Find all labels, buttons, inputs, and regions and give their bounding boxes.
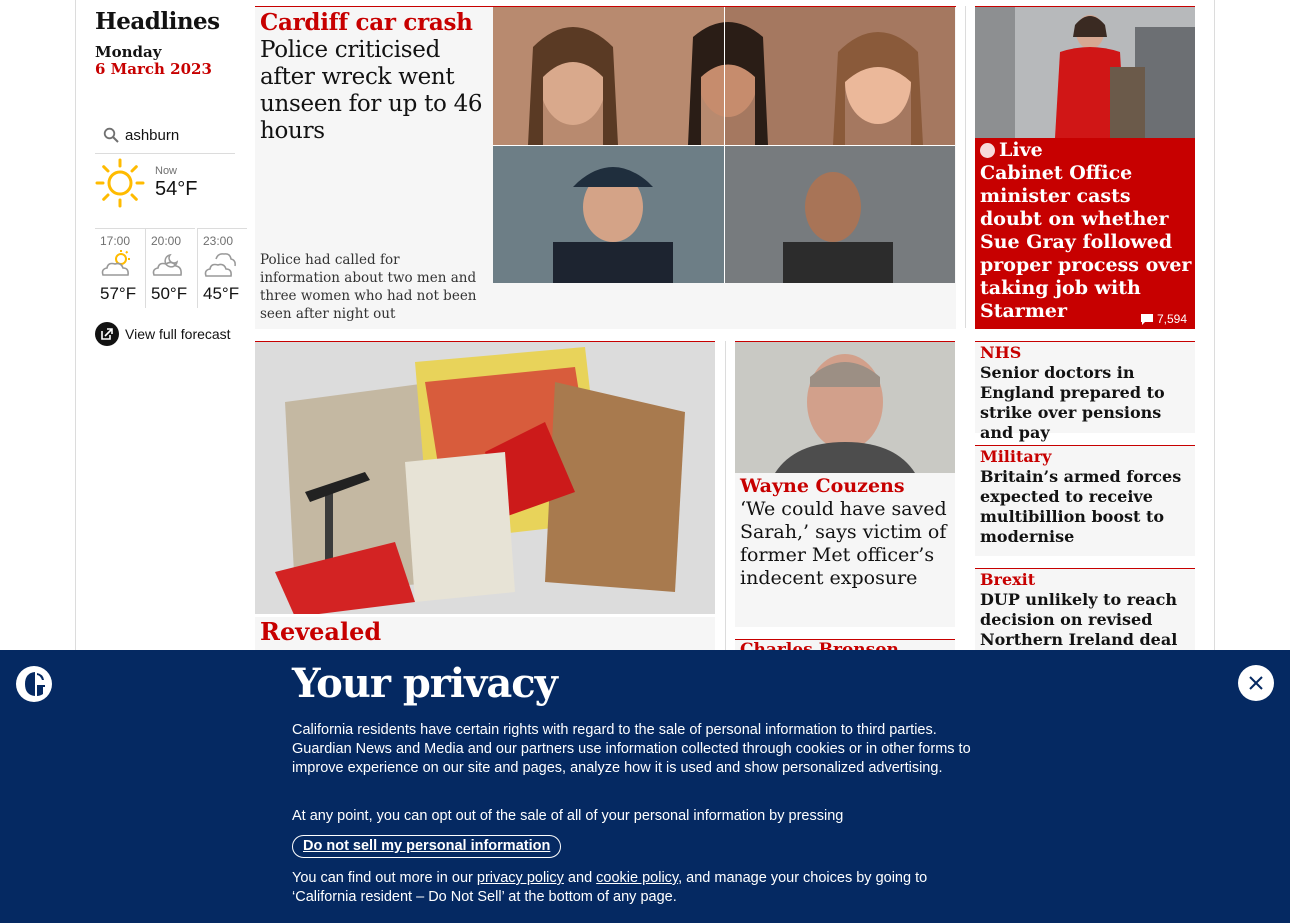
- current-weather: Now 54°F: [95, 158, 240, 226]
- story-standfirst: Police had called for information about …: [260, 252, 477, 322]
- forecast-slot: 23:00 45°F: [197, 228, 247, 308]
- story-photo: [975, 7, 1195, 138]
- forecast-temp: 50°F: [151, 284, 188, 303]
- story-headline-block: Wayne Couzens ‘We could have saved Sarah…: [740, 475, 950, 590]
- partly-sunny-icon: [101, 250, 130, 276]
- date-day: Monday: [95, 43, 162, 61]
- cloud-moon-icon: [152, 253, 182, 276]
- privacy-paragraph: You can find out more in our privacy pol…: [292, 869, 992, 907]
- forecast-time: 17:00: [100, 234, 131, 248]
- now-temperature: 54°F: [155, 178, 198, 200]
- date-full: 6 March 2023: [95, 60, 212, 78]
- story-kicker: Military: [980, 447, 1052, 466]
- privacy-banner: Your privacy California residents have c…: [0, 650, 1290, 923]
- story-card-live[interactable]: Live Cabinet Office minister casts doubt…: [975, 6, 1195, 329]
- view-full-forecast-link[interactable]: View full forecast: [95, 322, 231, 346]
- forecast-temp: 57°F: [100, 284, 137, 303]
- story-kicker: NHS: [980, 343, 1022, 362]
- story-kicker: Revealed: [260, 617, 382, 646]
- privacy-policy-link[interactable]: privacy policy: [477, 870, 564, 886]
- column-divider: [725, 341, 726, 671]
- story-photo: [255, 342, 715, 617]
- story-kicker: Cardiff car crash: [260, 9, 473, 36]
- story-photo: [735, 342, 955, 473]
- story-card-main[interactable]: Cardiff car crash Police criticised afte…: [255, 6, 956, 329]
- story-card-revealed[interactable]: Revealed: [255, 341, 715, 671]
- privacy-text: and: [563, 870, 597, 886]
- story-headline: ‘We could have saved Sarah,’ says victim…: [740, 498, 947, 589]
- forecast-time: 20:00: [151, 234, 182, 248]
- forecast-slot: 17:00 57°F: [95, 228, 145, 308]
- close-banner-button[interactable]: [1238, 665, 1274, 701]
- do-not-sell-button[interactable]: Do not sell my personal information: [292, 835, 562, 858]
- search-icon: [103, 127, 119, 143]
- story-kicker: Brexit: [980, 570, 1036, 589]
- external-link-icon: [95, 322, 119, 346]
- forecast-time: 23:00: [203, 234, 234, 248]
- live-indicator: Live: [980, 139, 1043, 161]
- now-label: Now: [155, 165, 178, 177]
- story-headline: Cabinet Office minister casts doubt on w…: [980, 162, 1192, 322]
- cloudy-moon-icon: [204, 253, 236, 277]
- comment-count-value: 7,594: [1156, 312, 1187, 326]
- story-headline: Police criticised after wreck went unsee…: [260, 37, 483, 144]
- story-card-small[interactable]: Military Britain’s armed forces expected…: [975, 445, 1195, 556]
- forecast-temp: 45°F: [203, 284, 240, 303]
- forecast-slot: 20:00 50°F: [145, 228, 195, 308]
- privacy-paragraph: At any point, you can opt out of the sal…: [292, 808, 844, 824]
- live-dot-icon: [980, 142, 995, 158]
- close-icon: [1249, 676, 1263, 690]
- view-full-forecast-label: View full forecast: [125, 326, 231, 342]
- story-card-couzens[interactable]: Wayne Couzens ‘We could have saved Sarah…: [735, 341, 955, 627]
- section-title: Headlines: [95, 8, 220, 35]
- column-divider: [965, 6, 966, 328]
- story-headline-block: Cardiff car crash Police criticised afte…: [260, 9, 485, 145]
- story-headline: Britain’s armed forces expected to recei…: [980, 467, 1182, 546]
- story-card-small[interactable]: NHS Senior doctors in England prepared t…: [975, 341, 1195, 442]
- sun-icon: [95, 158, 145, 208]
- story-kicker: Wayne Couzens: [740, 475, 905, 497]
- privacy-text: You can find out more in our: [292, 870, 477, 886]
- location-input[interactable]: ashburn: [125, 127, 179, 144]
- live-label: Live: [999, 139, 1043, 161]
- privacy-title: Your privacy: [292, 660, 558, 707]
- cookie-policy-link[interactable]: cookie policy: [596, 870, 678, 886]
- weather-location-search[interactable]: ashburn: [95, 120, 235, 154]
- story-photo-collage: [493, 7, 955, 283]
- comment-count[interactable]: 7,594: [1140, 312, 1187, 326]
- guardian-logo-icon: [16, 666, 52, 702]
- privacy-paragraph: California residents have certain rights…: [292, 722, 971, 776]
- comment-icon: [1140, 313, 1153, 325]
- story-headline: Senior doctors in England prepared to st…: [980, 363, 1165, 442]
